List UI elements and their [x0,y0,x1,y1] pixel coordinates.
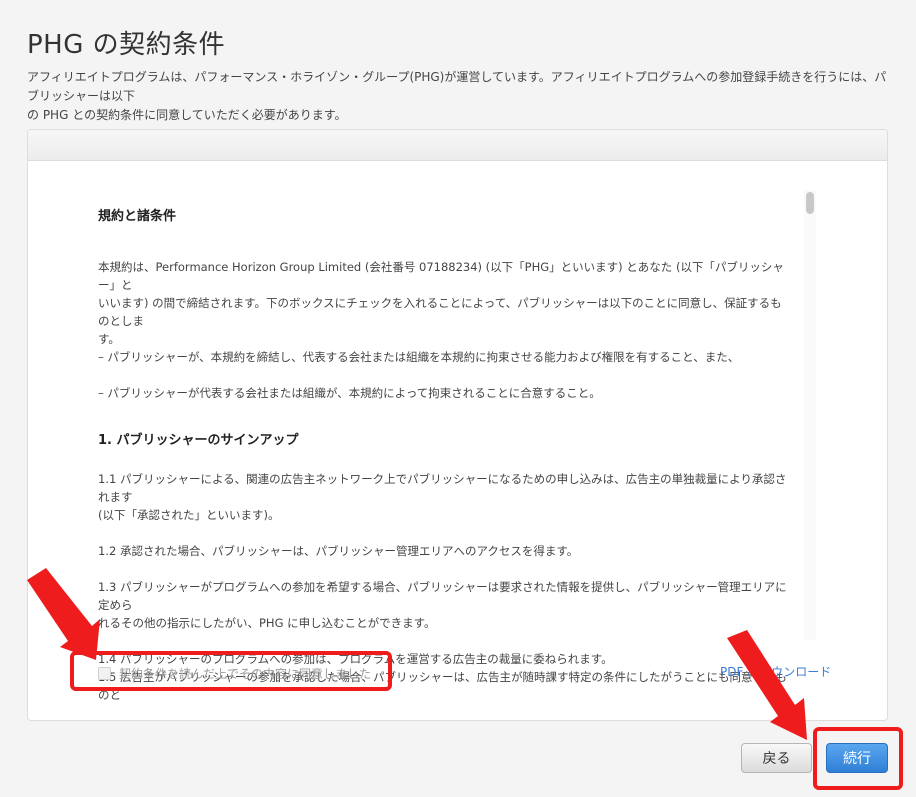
scrollbar-thumb[interactable] [806,192,814,214]
section-1-heading: 1. パブリッシャーのサインアップ [98,433,299,448]
panel-header [28,130,887,161]
highlight-box-continue [813,727,903,790]
section-1-3-line-2: れるその他の指示にしたがい、PHG に申し込むことができます。 [98,616,436,630]
intro-text: アフィリエイトプログラムは、パフォーマンス・ホライゾン・グループ(PHG)が運営… [27,68,889,125]
terms-heading: 規約と諸条件 [98,209,177,224]
page-title: PHG の契約条件 [27,30,226,60]
back-button[interactable]: 戻る [741,743,812,773]
terms-bullet-1: – パブリッシャーが、本規約を締結し、代表する会社または組織を本規約に拘束させる… [98,350,740,364]
terms-bullet-2: – パブリッシャーが代表する会社または組織が、本規約によって拘束されることに合意… [98,386,601,400]
terms-scroll-area[interactable]: 規約と諸条件 本規約は、Performance Horizon Group Li… [98,190,818,710]
intro-line-2: の PHG との契約条件に同意していただく必要があります。 [27,108,347,122]
terms-para-1-line-3: す。 [98,332,120,346]
terms-para-1-line-2: いいます) の間で締結されます。下のボックスにチェックを入れることによって、パブ… [98,296,782,328]
pdf-download-link[interactable]: PDF をダウンロード [720,663,831,680]
highlight-box-agree [70,651,392,691]
section-1-1-line-2: (以下「承認された」といいます)。 [98,508,280,522]
terms-panel: 規約と諸条件 本規約は、Performance Horizon Group Li… [27,129,888,721]
section-1-3-line-1: 1.3 パブリッシャーがプログラムへの参加を希望する場合、パブリッシャーは要求さ… [98,580,787,612]
intro-line-1: アフィリエイトプログラムは、パフォーマンス・ホライゾン・グループ(PHG)が運営… [27,70,887,103]
section-1-1-line-1: 1.1 パブリッシャーによる、関連の広告主ネットワーク上でパブリッシャーになるた… [98,472,787,504]
terms-scrollbar[interactable] [804,190,816,640]
section-1-2: 1.2 承認された場合、パブリッシャーは、パブリッシャー管理エリアへのアクセスを… [98,544,579,558]
terms-content: 規約と諸条件 本規約は、Performance Horizon Group Li… [98,208,790,704]
terms-para-1-line-1: 本規約は、Performance Horizon Group Limited (… [98,260,784,292]
